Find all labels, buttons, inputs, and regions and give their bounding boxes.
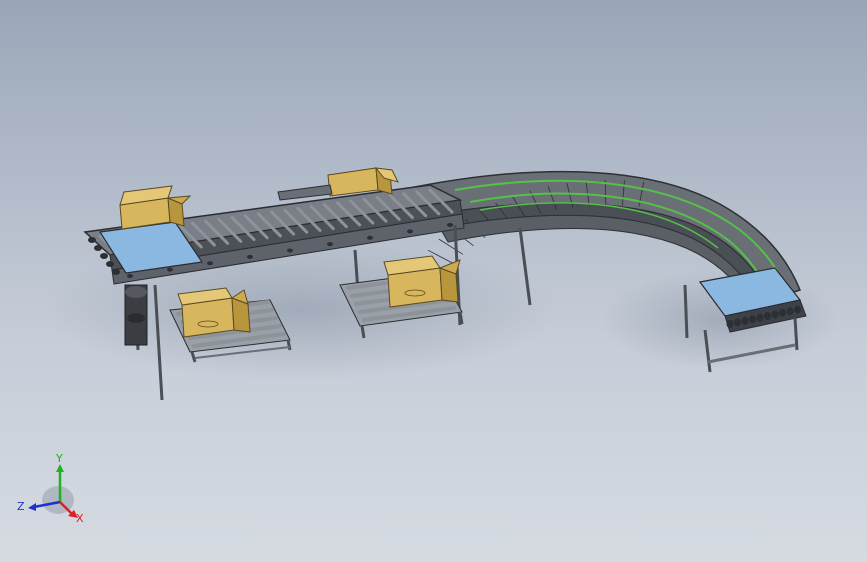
triad-y-label: Y <box>55 452 63 465</box>
outfeed-roller <box>771 310 779 319</box>
outfeed-roller <box>779 308 786 317</box>
beam-hole <box>327 242 333 247</box>
outfeed-roller <box>741 316 749 325</box>
end-roller <box>112 269 120 275</box>
drive-motor[interactable] <box>124 284 148 346</box>
beam-hole <box>367 235 373 240</box>
outfeed-roller <box>764 312 771 320</box>
outfeed-roller <box>726 320 734 328</box>
beam-hole <box>247 254 253 259</box>
outfeed-roller <box>734 318 741 327</box>
outfeed-roller <box>756 313 764 322</box>
beam-hole <box>167 267 173 272</box>
beam-hole <box>127 274 133 278</box>
box-3[interactable] <box>177 287 251 338</box>
box-2[interactable] <box>327 167 399 197</box>
beam-hole <box>207 261 213 266</box>
outfeed-roller <box>794 305 801 314</box>
outfeed-roller <box>786 307 794 316</box>
box-1[interactable] <box>119 185 192 230</box>
upper-side-stub <box>277 184 333 201</box>
beam-hole <box>447 223 453 227</box>
beam-hole <box>287 248 293 253</box>
3d-viewport[interactable]: Y Z X <box>0 0 867 562</box>
conveyor-model[interactable]: Y Z X <box>0 0 867 562</box>
end-roller <box>94 245 102 251</box>
triad-z-label: Z <box>17 500 25 513</box>
triad-x-label: X <box>76 512 84 525</box>
coordinate-triad <box>28 464 78 518</box>
end-roller <box>106 261 114 267</box>
beam-hole <box>407 229 413 234</box>
end-roller <box>88 237 96 243</box>
end-roller <box>100 253 108 259</box>
outfeed-roller <box>749 315 756 324</box>
